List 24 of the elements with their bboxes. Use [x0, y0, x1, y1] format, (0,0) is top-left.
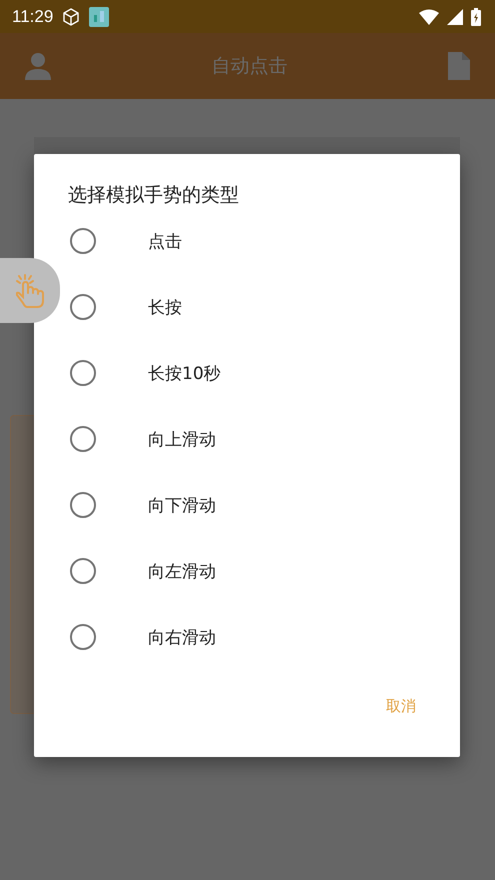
cube-icon: [61, 6, 82, 26]
radio-button[interactable]: [70, 426, 96, 452]
option-label: 向下滑动: [148, 494, 216, 516]
wifi-icon: [419, 8, 439, 24]
status-time: 11:29: [12, 6, 54, 26]
option-label: 长按10秒: [148, 362, 221, 384]
battery-icon: [471, 8, 481, 26]
radio-button[interactable]: [70, 360, 96, 386]
dialog-title: 选择模拟手势的类型: [67, 183, 240, 208]
option-label: 长按: [148, 296, 182, 318]
option-label: 向右滑动: [148, 626, 216, 648]
radio-button[interactable]: [70, 624, 96, 650]
option-label: 向左滑动: [148, 560, 216, 582]
radio-button[interactable]: [70, 294, 96, 320]
radio-button[interactable]: [70, 228, 96, 254]
app-title: 自动点击: [212, 54, 288, 79]
signal-icon: [447, 8, 463, 24]
radio-button[interactable]: [70, 558, 96, 584]
app-icon: [89, 6, 110, 26]
option-label: 向上滑动: [148, 428, 216, 450]
hand-tap-icon: [16, 274, 44, 308]
radio-button[interactable]: [70, 492, 96, 518]
cancel-button[interactable]: 取消: [372, 689, 430, 724]
option-label: 点击: [148, 230, 182, 252]
